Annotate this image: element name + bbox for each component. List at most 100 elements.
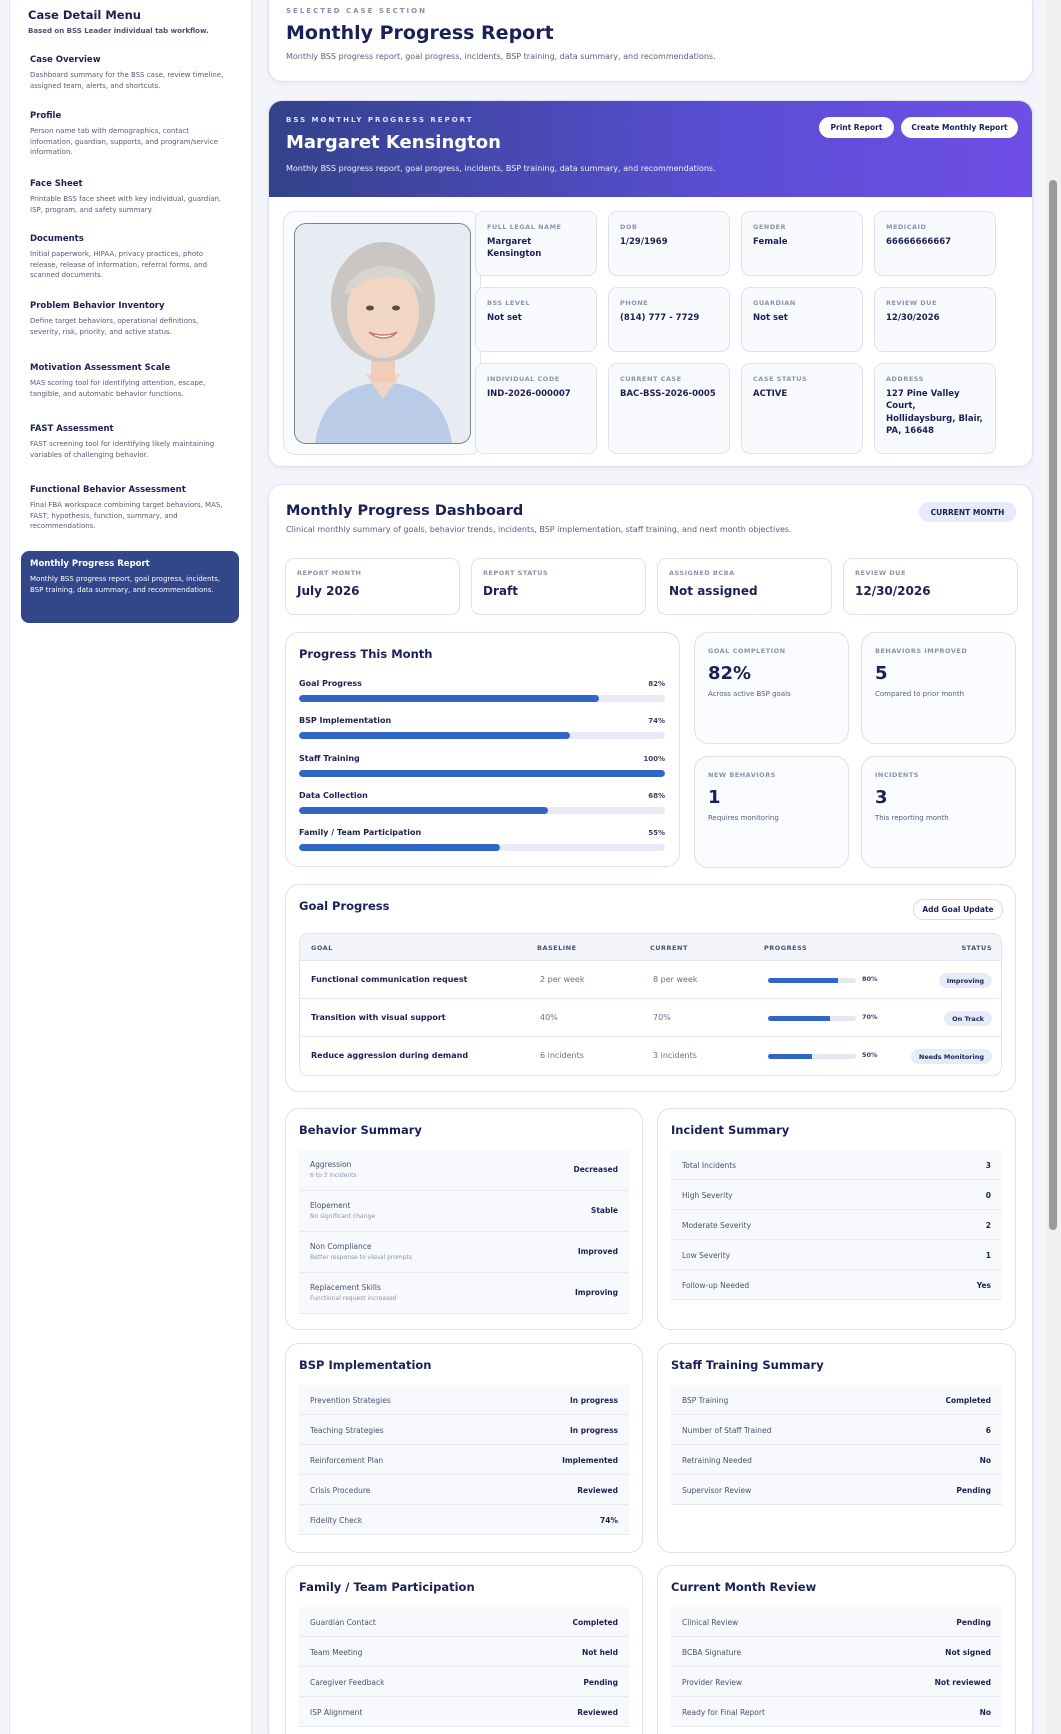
banner-description: Monthly BSS progress report, goal progre… xyxy=(286,164,716,173)
incident-summary-panel: Incident Summary Total Incidents 3 High S… xyxy=(657,1108,1016,1330)
field-current-case: CURRENT CASE BAC-BSS-2026-0005 xyxy=(608,363,730,454)
table-row: Functional communication request 2 per w… xyxy=(300,960,1001,998)
goal-current: 70% xyxy=(653,1013,671,1022)
field-label: CASE STATUS xyxy=(753,375,808,383)
sidebar-item-label: Monthly Progress Report xyxy=(30,559,150,569)
sidebar-item-label: Case Overview xyxy=(30,55,101,65)
sidebar-item-monthly-progress-report[interactable]: Monthly Progress Report Monthly BSS progr… xyxy=(21,551,239,623)
field-label: INDIVIDUAL CODE xyxy=(487,375,560,383)
kpi-label: REPORT MONTH xyxy=(297,569,362,577)
kpi-assigned-bcba: ASSIGNED BCBA Not assigned xyxy=(657,558,832,615)
stat-label: NEW BEHAVIORS xyxy=(708,771,776,779)
progress-label: BSP Implementation xyxy=(299,716,392,725)
progress-fill xyxy=(299,732,570,739)
sidebar-item-documents[interactable]: Documents Initial paperwork, HIPAA, priva… xyxy=(21,226,239,293)
progress-label: Data Collection xyxy=(299,791,368,800)
staff-list: BSP Training Completed Number of Staff Tr… xyxy=(671,1385,1002,1505)
progress-label: Family / Team Participation xyxy=(299,828,422,837)
behavior-summary-panel: Behavior Summary Aggression 6 to 3 incide… xyxy=(285,1108,643,1330)
sidebar-item-motivation-assessment-scale[interactable]: Motivation Assessment Scale MAS scoring t… xyxy=(21,355,239,416)
status-badge: On Track xyxy=(944,1011,992,1026)
field-value: Not set xyxy=(753,313,788,323)
list-item: Aggression 6 to 3 incidents Decreased xyxy=(299,1150,629,1191)
progress-track xyxy=(299,807,665,814)
scrollbar-thumb[interactable] xyxy=(1049,180,1057,1230)
item-key: Follow-up Needed xyxy=(682,1281,750,1290)
sidebar-item-problem-behavior-inventory[interactable]: Problem Behavior Inventory Define target … xyxy=(21,293,239,355)
sidebar-item-desc: Person name tab with demographics, conta… xyxy=(30,127,219,156)
item-key: Crisis Procedure xyxy=(310,1486,371,1495)
sidebar: Case Detail Menu Based on BSS Leader ind… xyxy=(9,0,252,1734)
kpi-value: Not assigned xyxy=(669,584,758,598)
stat-label: BEHAVIORS IMPROVED xyxy=(875,647,968,655)
goal-progress-percent: 70% xyxy=(862,1013,878,1021)
create-monthly-report-button[interactable]: Create Monthly Report xyxy=(901,117,1018,138)
page-title: Monthly Progress Report xyxy=(286,22,554,44)
field-label: MEDICAID xyxy=(886,223,927,231)
staff-training-panel: Staff Training Summary BSP Training Compl… xyxy=(657,1343,1016,1553)
add-goal-update-button[interactable]: Add Goal Update xyxy=(913,899,1003,920)
field-address: ADDRESS 127 Pine Valley Court, Hollidaysb… xyxy=(874,363,996,454)
progress-row: Staff Training 100% xyxy=(299,754,665,777)
field-guardian: GUARDIAN Not set xyxy=(741,287,863,352)
field-value: 12/30/2026 xyxy=(886,313,940,323)
item-key: Ready for Final Report xyxy=(682,1708,765,1717)
list-item: ISP Alignment Reviewed xyxy=(299,1697,629,1727)
item-value: Not signed xyxy=(945,1648,991,1657)
sidebar-item-fast-assessment[interactable]: FAST Assessment FAST screening tool for i… xyxy=(21,416,239,477)
photo-frame xyxy=(283,211,481,455)
item-value: Reviewed xyxy=(577,1486,618,1495)
list-item: Ready for Final Report No xyxy=(671,1697,1002,1727)
column-header: CURRENT xyxy=(650,944,688,952)
item-value: Not held xyxy=(582,1648,618,1657)
sidebar-item-profile[interactable]: Profile Person name tab with demographics… xyxy=(21,103,239,171)
review-title: Current Month Review xyxy=(671,1580,817,1594)
progress-row: BSP Implementation 74% xyxy=(299,716,665,739)
kpi-report-month: REPORT MONTH July 2026 xyxy=(285,558,460,615)
sidebar-item-functional-behavior-assessment[interactable]: Functional Behavior Assessment Final FBA … xyxy=(21,477,239,551)
item-key: Reinforcement Plan xyxy=(310,1456,384,1465)
list-item: Non Compliance Better response to visual … xyxy=(299,1232,629,1273)
item-value: Improving xyxy=(575,1288,618,1297)
item-value: Pending xyxy=(956,1618,991,1627)
item-key: Clinical Review xyxy=(682,1618,739,1627)
field-value: BAC-BSS-2026-0005 xyxy=(620,389,716,399)
client-photo xyxy=(294,223,471,444)
goal-current: 3 incidents xyxy=(653,1051,697,1060)
item-key: Provider Review xyxy=(682,1678,743,1687)
progress-label: Goal Progress xyxy=(299,679,362,688)
goal-progress-bar xyxy=(768,1054,856,1059)
item-key: Fidelity Check xyxy=(310,1516,363,1525)
sidebar-item-case-overview[interactable]: Case Overview Dashboard summary for the B… xyxy=(21,47,239,103)
goal-progress-bar xyxy=(768,978,856,983)
sidebar-item-desc: Printable BSS face sheet with key indivi… xyxy=(30,195,222,214)
family-list: Guardian Contact Completed Team Meeting No… xyxy=(299,1607,629,1727)
sidebar-title: Case Detail Menu xyxy=(28,8,141,22)
sidebar-item-label: Face Sheet xyxy=(30,179,83,189)
stat-sub: Compared to prior month xyxy=(875,690,965,698)
behavior-list: Aggression 6 to 3 incidents Decreased Elop… xyxy=(299,1150,629,1314)
list-item: Elopement No significant change Stable xyxy=(299,1191,629,1232)
stat-label: INCIDENTS xyxy=(875,771,919,779)
list-item: BSP Training Completed xyxy=(671,1385,1002,1415)
goal-name: Reduce aggression during demand xyxy=(311,1051,469,1060)
bsp-list: Prevention Strategies In progress Teachin… xyxy=(299,1385,629,1535)
progress-percent: 100% xyxy=(643,755,665,763)
family-team-panel: Family / Team Participation Guardian Con… xyxy=(285,1565,643,1734)
item-key: Guardian Contact xyxy=(310,1618,376,1627)
field-value: 127 Pine Valley Court, Hollidaysburg, Bl… xyxy=(886,389,983,436)
item-value: 2 xyxy=(985,1221,991,1230)
column-header: BASELINE xyxy=(537,944,577,952)
dashboard-card: Monthly Progress Dashboard Clinical mont… xyxy=(268,484,1033,1734)
stat-goal-completion: GOAL COMPLETION 82% Across active BSP goal… xyxy=(694,632,849,744)
sidebar-item-face-sheet[interactable]: Face Sheet Printable BSS face sheet with … xyxy=(21,171,239,226)
item-value: No xyxy=(979,1708,991,1717)
item-value: No xyxy=(979,1456,991,1465)
progress-row: Goal Progress 82% xyxy=(299,679,665,702)
item-value: Pending xyxy=(956,1486,991,1495)
progress-fill xyxy=(299,844,501,851)
sidebar-item-label: Problem Behavior Inventory xyxy=(30,301,165,311)
item-sub: 6 to 3 incidents xyxy=(310,1172,357,1179)
stat-new-behaviors: NEW BEHAVIORS 1 Requires monitoring xyxy=(694,756,849,868)
print-report-button[interactable]: Print Report xyxy=(819,117,894,138)
